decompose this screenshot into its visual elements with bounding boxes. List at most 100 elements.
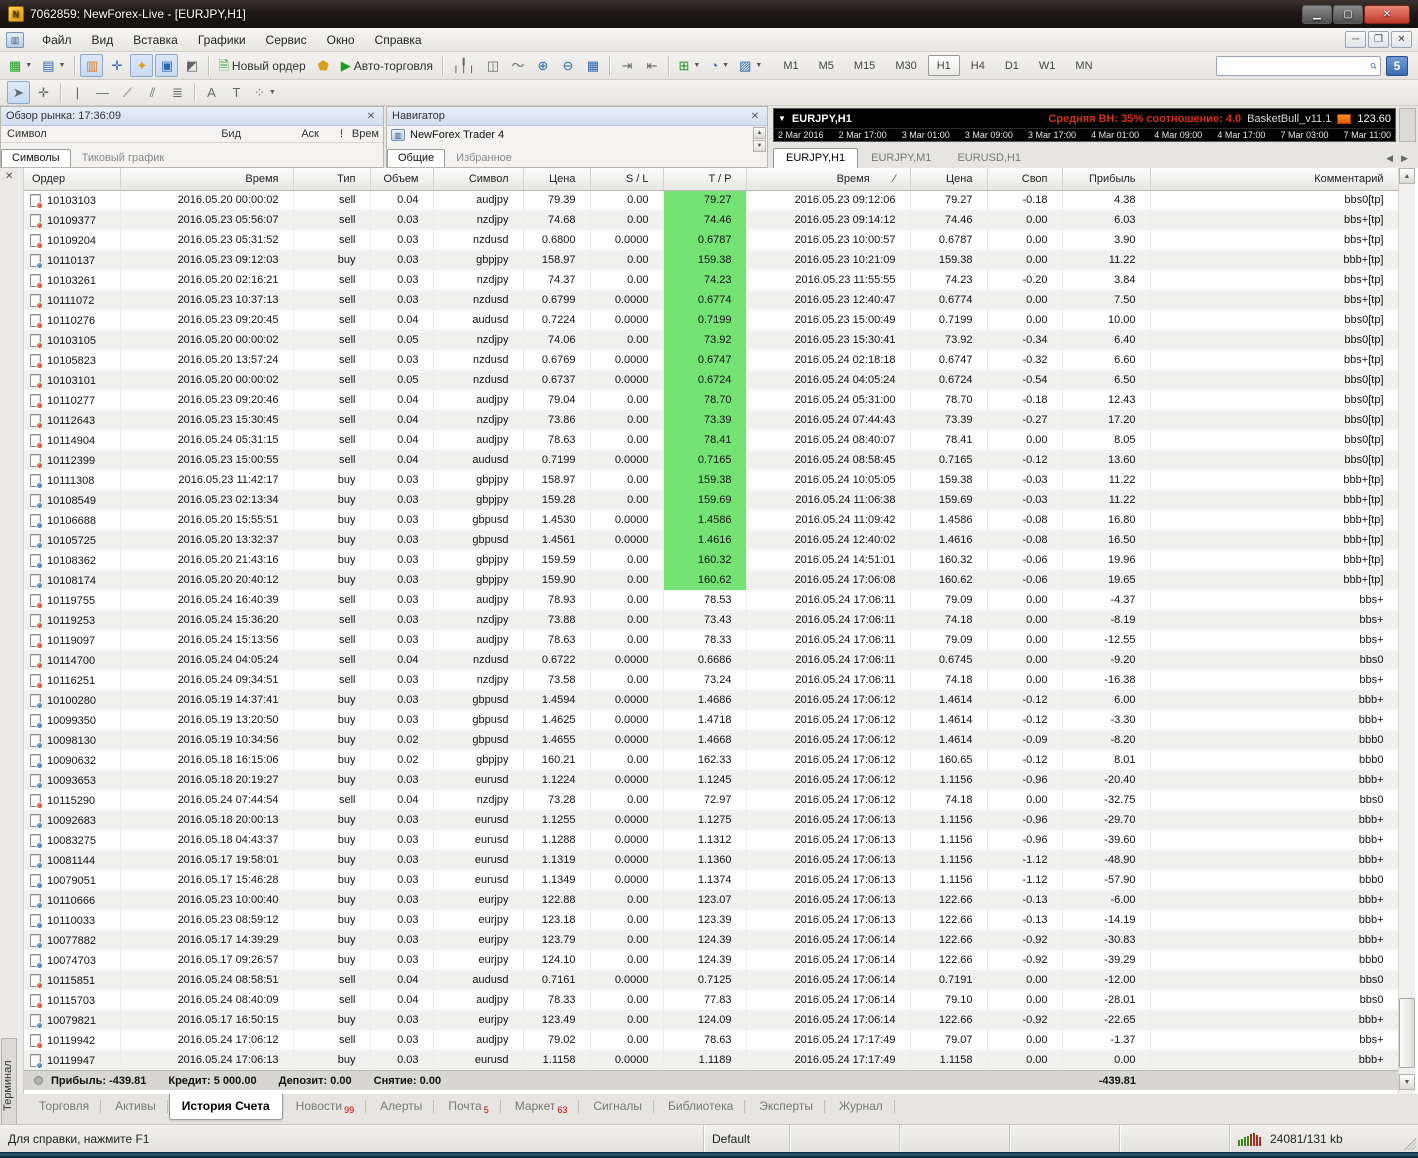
table-row[interactable]: 101149042016.05.24 05:31:15sell0.04audjp… [24, 430, 1398, 450]
table-row[interactable]: 100778822016.05.17 14:39:29buy0.03eurjpy… [24, 930, 1398, 950]
scroll-up-icon[interactable]: ▲ [1399, 168, 1415, 184]
label-tool[interactable]: T [225, 81, 248, 104]
table-row[interactable]: 101066882016.05.20 15:55:51buy0.03gbpusd… [24, 510, 1398, 530]
menu-Справка[interactable]: Справка [365, 30, 432, 50]
terminal-tab-История Счета[interactable]: История Счета [169, 1094, 283, 1120]
table-row[interactable]: 101085492016.05.23 02:13:34buy0.03gbpjpy… [24, 490, 1398, 510]
table-row[interactable]: 101093772016.05.23 05:56:07sell0.03nzdjp… [24, 210, 1398, 230]
fibonacci-tool[interactable]: ≣ [166, 81, 189, 104]
table-row[interactable]: 101092042016.05.23 05:31:52sell0.03nzdus… [24, 230, 1398, 250]
col-header-11[interactable]: Прибыль [1062, 168, 1150, 190]
menu-Сервис[interactable]: Сервис [256, 30, 317, 50]
menu-Окно[interactable]: Окно [317, 30, 365, 50]
mw-tab-Тиковый график[interactable]: Тиковый график [71, 149, 176, 167]
profiles-button[interactable]: ▤▼ [38, 54, 69, 77]
mw-col-Символ[interactable]: Символ [1, 128, 131, 140]
table-row[interactable]: 101190972016.05.24 15:13:56sell0.03audjp… [24, 630, 1398, 650]
horizontal-line-tool[interactable]: — [91, 81, 114, 104]
maximize-button[interactable]: ▢ [1333, 5, 1363, 24]
col-header-1[interactable]: Время [120, 168, 293, 190]
trendline-tool[interactable]: ⟋ [116, 81, 139, 104]
terminal-tab-Эксперты[interactable]: Эксперты [746, 1094, 826, 1120]
col-header-12[interactable]: Комментарий [1150, 168, 1398, 190]
col-header-10[interactable]: Своп [987, 168, 1062, 190]
crosshair-tool[interactable]: ✛ [32, 81, 55, 104]
table-row[interactable]: 101106662016.05.23 10:00:40buy0.03eurjpy… [24, 890, 1398, 910]
table-row[interactable]: 101100332016.05.23 08:59:12buy0.03eurjpy… [24, 910, 1398, 930]
terminal-toggle[interactable]: ▣ [155, 54, 178, 77]
table-row[interactable]: 101162512016.05.24 09:34:51sell0.03nzdjp… [24, 670, 1398, 690]
table-row[interactable]: 101031012016.05.20 00:00:02sell0.05nzdus… [24, 370, 1398, 390]
table-row[interactable]: 101031052016.05.20 00:00:02sell0.05nzdjp… [24, 330, 1398, 350]
timeframe-M5[interactable]: M5 [810, 55, 843, 76]
mw-tab-Символы[interactable]: Символы [1, 149, 71, 167]
tile-windows-button[interactable]: ▦ [581, 54, 604, 77]
chart-system-icon[interactable]: ▥ [6, 32, 24, 48]
timeframe-D1[interactable]: D1 [996, 55, 1028, 76]
table-row[interactable]: 101126432016.05.23 15:30:45sell0.04nzdjp… [24, 410, 1398, 430]
timeframe-H1[interactable]: H1 [928, 55, 960, 76]
table-row[interactable]: 100906322016.05.18 16:15:06buy0.02gbpjpy… [24, 750, 1398, 770]
timeframe-M15[interactable]: M15 [845, 55, 884, 76]
table-row[interactable]: 101102772016.05.23 09:20:46sell0.04audjp… [24, 390, 1398, 410]
table-row[interactable]: 101192532016.05.24 15:36:20sell0.03nzdjp… [24, 610, 1398, 630]
table-row[interactable]: 100811442016.05.17 19:58:01buy0.03eurusd… [24, 850, 1398, 870]
table-row[interactable]: 101199422016.05.24 17:06:12sell0.03audjp… [24, 1030, 1398, 1050]
table-row[interactable]: 100798212016.05.17 16:50:15buy0.03eurjpy… [24, 1010, 1398, 1030]
tabs-scroll-right-icon[interactable]: ▶ [1401, 153, 1408, 164]
mdi-close-button[interactable]: ✕ [1391, 31, 1412, 48]
table-row[interactable]: 101158512016.05.24 08:58:51sell0.04audus… [24, 970, 1398, 990]
scrollbar-thumb[interactable] [1399, 998, 1415, 1068]
nav-tab-Общие[interactable]: Общие [387, 149, 445, 167]
zoom-in-button[interactable]: ⊕ [531, 54, 554, 77]
table-row[interactable]: 101152902016.05.24 07:44:54sell0.04nzdjp… [24, 790, 1398, 810]
col-header-5[interactable]: Цена [523, 168, 590, 190]
table-row[interactable]: 100936532016.05.18 20:19:27buy0.03eurusd… [24, 770, 1398, 790]
terminal-tab-Алерты[interactable]: Алерты [367, 1094, 435, 1120]
table-row[interactable]: 101057252016.05.20 13:32:37buy0.03gbpusd… [24, 530, 1398, 550]
minimize-button[interactable]: ▁ [1302, 5, 1332, 24]
terminal-vertical-tab[interactable]: Терминал [1, 1038, 17, 1134]
mw-col-Аск[interactable]: Аск [241, 128, 319, 140]
terminal-tab-Почта[interactable]: Почта5 [435, 1094, 501, 1122]
mw-col-![interactable]: ! [319, 128, 343, 140]
table-row[interactable]: 101083622016.05.20 21:43:16buy0.03gbpjpy… [24, 550, 1398, 570]
navigator-account-item[interactable]: ▥ NewForex Trader 4 [387, 126, 767, 144]
col-header-4[interactable]: Символ [433, 168, 523, 190]
table-row[interactable]: 100981302016.05.19 10:34:56buy0.02gbpusd… [24, 730, 1398, 750]
zoom-out-button[interactable]: ⊖ [556, 54, 579, 77]
col-header-6[interactable]: S / L [590, 168, 663, 190]
close-icon[interactable]: ✕ [364, 111, 378, 122]
col-header-9[interactable]: Цена [910, 168, 987, 190]
table-row[interactable]: 101102762016.05.23 09:20:45sell0.04audus… [24, 310, 1398, 330]
table-row[interactable]: 101031032016.05.20 00:00:02sell0.04audjp… [24, 190, 1398, 210]
table-row[interactable]: 100790512016.05.17 15:46:28buy0.03eurusd… [24, 870, 1398, 890]
terminal-tab-Новости[interactable]: Новости99 [283, 1094, 367, 1122]
table-row[interactable]: 101110722016.05.23 10:37:13sell0.03nzdus… [24, 290, 1398, 310]
menu-Вставка[interactable]: Вставка [123, 30, 188, 50]
timeframe-M1[interactable]: M1 [774, 55, 807, 76]
mw-col-Бид[interactable]: Бид [131, 128, 241, 140]
search-input[interactable] [1217, 60, 1367, 72]
mdi-minimize-button[interactable]: ─ [1345, 31, 1366, 48]
table-row[interactable]: 101199472016.05.24 17:06:13buy0.03eurusd… [24, 1050, 1398, 1070]
table-row[interactable]: 101113082016.05.23 11:42:17buy0.03gbpjpy… [24, 470, 1398, 490]
new-order-button[interactable]: 🗎Новый ордер [214, 54, 309, 77]
col-header-8[interactable]: Время∕ [746, 168, 910, 190]
table-row[interactable]: 101101372016.05.23 09:12:03buy0.03gbpjpy… [24, 250, 1398, 270]
mw-col-Врем[interactable]: Врем [343, 128, 383, 140]
col-header-7[interactable]: T / P [663, 168, 746, 190]
scroll-up-icon[interactable]: ▲ [753, 127, 766, 139]
mql5-community-button[interactable]: 5 [1386, 56, 1408, 76]
search-icon[interactable] [1370, 59, 1377, 73]
col-header-0[interactable]: Ордер [24, 168, 120, 190]
table-row[interactable]: 100832752016.05.18 04:43:37buy0.03eurusd… [24, 830, 1398, 850]
terminal-scrollbar[interactable]: ▲ ▼ [1398, 168, 1415, 1094]
table-row[interactable]: 101032612016.05.20 02:16:21sell0.03nzdjp… [24, 270, 1398, 290]
indicators-button[interactable]: ⊞▼ [674, 54, 704, 77]
channel-tool[interactable]: ⫽ [141, 81, 164, 104]
market-watch-toggle[interactable]: ▥ [80, 54, 103, 77]
resize-grip[interactable] [1404, 1138, 1416, 1150]
close-icon[interactable]: ✕ [748, 111, 762, 122]
timeframe-M30[interactable]: M30 [886, 55, 925, 76]
